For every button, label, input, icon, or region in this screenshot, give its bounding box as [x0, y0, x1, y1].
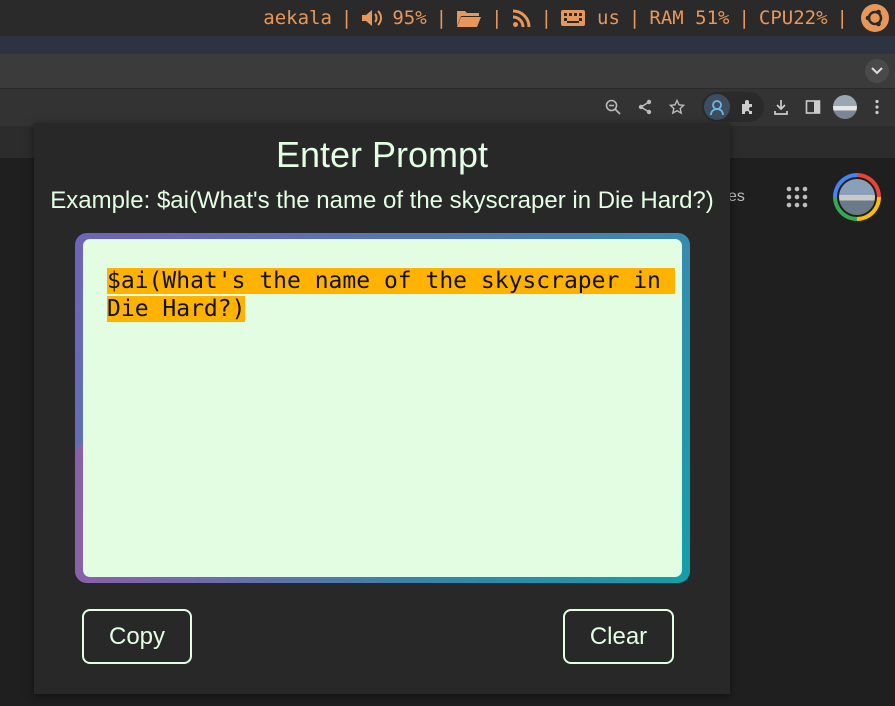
- zoom-out-icon[interactable]: [602, 96, 624, 118]
- separator: |: [836, 7, 848, 29]
- prompt-input-frame: $ai(What's the name of the skyscraper in…: [75, 233, 690, 583]
- copy-button[interactable]: Copy: [82, 609, 192, 664]
- prompt-value: $ai(What's the name of the skyscraper in…: [107, 268, 675, 322]
- apps-grid-icon[interactable]: [786, 186, 808, 213]
- extension-icon[interactable]: [704, 94, 730, 120]
- puzzle-icon[interactable]: [737, 96, 759, 118]
- chevron-down-icon[interactable]: [865, 59, 889, 83]
- username: aekala: [263, 7, 332, 29]
- window-title-stripe: [0, 36, 895, 54]
- cpu-usage: CPU22%: [758, 7, 828, 29]
- prompt-popup: Enter Prompt Example: $ai(What's the nam…: [34, 123, 730, 694]
- rss-icon[interactable]: [512, 8, 532, 28]
- separator: |: [435, 7, 448, 29]
- keyboard-layout: us: [597, 7, 620, 29]
- browser-tab-strip: [0, 54, 895, 88]
- folder-icon[interactable]: [456, 8, 482, 28]
- bookmark-star-icon[interactable]: [666, 96, 688, 118]
- volume-icon: [361, 8, 383, 28]
- system-status-bar: aekala | 95% | | | us | RAM 51% | CPU22%…: [0, 0, 895, 36]
- separator: |: [628, 7, 641, 29]
- profile-avatar-icon[interactable]: [833, 95, 857, 119]
- keyboard-icon: [561, 10, 586, 26]
- volume-indicator[interactable]: 95%: [361, 7, 427, 29]
- clear-button[interactable]: Clear: [563, 609, 674, 664]
- volume-level: 95%: [392, 7, 427, 29]
- keyboard-indicator[interactable]: us: [561, 7, 620, 29]
- ram-usage: RAM 51%: [649, 7, 730, 29]
- avatar-photo: [837, 177, 877, 217]
- separator: |: [540, 7, 553, 29]
- separator: |: [738, 7, 750, 29]
- separator: |: [491, 7, 503, 29]
- download-icon[interactable]: [770, 96, 792, 118]
- kebab-menu-icon[interactable]: [866, 96, 888, 118]
- separator: |: [340, 7, 353, 29]
- share-icon[interactable]: [634, 96, 656, 118]
- prompt-textarea[interactable]: $ai(What's the name of the skyscraper in…: [83, 239, 682, 577]
- side-panel-icon[interactable]: [802, 96, 824, 118]
- example-text: Example: $ai(What's the name of the skys…: [50, 187, 714, 214]
- popup-title: Enter Prompt: [275, 134, 489, 175]
- account-avatar[interactable]: [833, 173, 881, 221]
- page-partial-text[interactable]: es: [728, 188, 745, 206]
- ubuntu-logo-icon[interactable]: [861, 4, 889, 32]
